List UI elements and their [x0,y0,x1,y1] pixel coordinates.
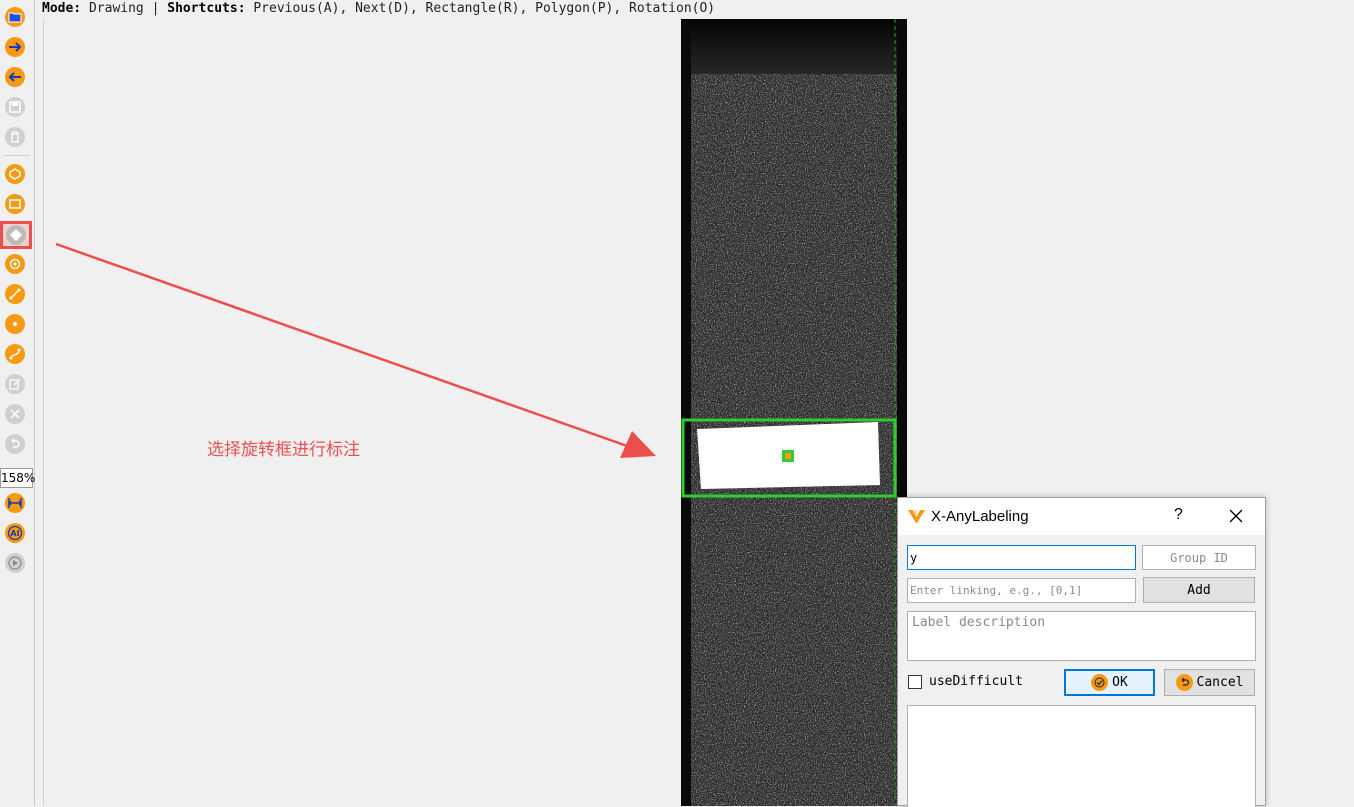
label-input[interactable] [907,545,1136,570]
label-description-input[interactable] [907,611,1256,661]
ok-label: OK [1112,675,1128,690]
ok-button[interactable]: OK [1064,669,1155,696]
label-dialog: X-AnyLabeling ? Add useDifficult OK Canc… [897,497,1266,807]
cancel-button[interactable]: Cancel [1164,669,1255,696]
dialog-title-bar[interactable]: X-AnyLabeling ? [898,498,1265,535]
close-icon[interactable] [1228,508,1244,524]
app-logo-icon [908,510,925,523]
use-difficult-label: useDifficult [929,674,1023,689]
cancel-label: Cancel [1196,675,1244,690]
dialog-title: X-AnyLabeling [931,508,1029,525]
label-list[interactable] [907,705,1256,807]
annotation-text: 选择旋转框进行标注 [207,440,360,460]
linking-input[interactable] [907,578,1136,603]
add-button[interactable]: Add [1143,577,1255,603]
ok-icon [1091,674,1109,691]
group-id-input[interactable] [1142,545,1256,570]
use-difficult-checkbox[interactable] [908,675,922,689]
cancel-icon [1175,674,1193,691]
help-button[interactable]: ? [1174,506,1183,524]
